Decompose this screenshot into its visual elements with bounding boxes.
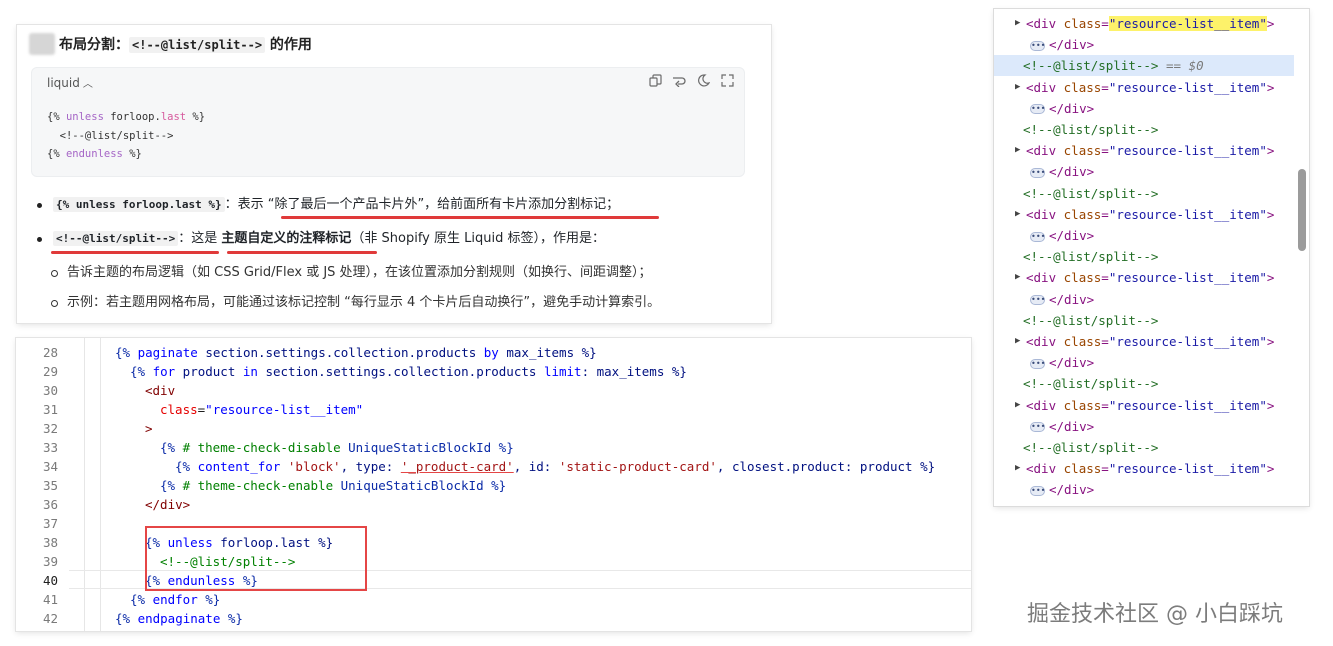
sub-list-item: 告诉主题的布局逻辑（如 CSS Grid/Flex 或 JS 处理），在该位置添… [37,263,757,283]
dom-node-div[interactable]: ▶ <div class="resource-list__item"> [994,13,1294,34]
theme-moon-icon[interactable] [696,74,710,88]
ellipsis-icon[interactable]: ••• [1030,485,1045,496]
expand-triangle-icon[interactable]: ▶ [1015,13,1020,34]
expand-triangle-icon[interactable]: ▶ [1015,267,1020,288]
devtools-elements-panel: ▶ <div class="resource-list__item"> ••• </d… [994,9,1309,506]
dom-node-div[interactable]: ▶ <div class="resource-list__item"> [994,267,1294,288]
dom-comment[interactable]: <!--@list/split--> [994,373,1294,394]
code-toolbar [648,74,734,88]
red-underline [51,251,219,254]
expand-triangle-icon[interactable]: ▶ [1015,331,1020,352]
red-underline [227,251,377,254]
dom-comment[interactable]: <!--@list/split--> [994,119,1294,140]
dom-node-div[interactable]: ▶ <div class="resource-list__item"> [994,77,1294,98]
code-block: liquid ︿ {% unless forloop.last %} <!--@l… [31,67,745,177]
expand-triangle-icon[interactable]: ▶ [1015,140,1020,161]
code-line[interactable]: 31 class="resource-list__item" [16,400,971,419]
explanation-list: {% unless forloop.last %} ：表示 “除了最后一个产品卡片… [37,195,757,323]
code-editor: 28 {% paginate section.settings.collectio… [16,338,971,631]
dom-comment[interactable]: <!--@list/split--> [994,437,1294,458]
ellipsis-icon[interactable]: ••• [1030,167,1045,178]
answer-heading: 布局分割： <!--@list/split--> 的作用 [59,34,312,54]
dom-node-close[interactable]: ••• </div> [994,352,1294,373]
dom-node-close[interactable]: ••• </div> [994,416,1294,437]
code-line[interactable]: 33 {% # theme-check-disable UniqueStaticB… [16,438,971,457]
code-line[interactable]: 30 <div [16,381,971,400]
list-item: <!--@list/split--> ：这是 主题自定义的注释标记（非 Shopi… [37,229,757,249]
heading-prefix: 布局分割： [59,37,129,53]
ellipsis-icon[interactable]: ••• [1030,358,1045,369]
list-item-text: ：表示 “除了最后一个产品卡片外”，给前面所有卡片添加分割标记； [224,197,620,212]
list-item: {% unless forloop.last %} ：表示 “除了最后一个产品卡片… [37,195,757,215]
red-underline [281,216,659,219]
heading-suffix: 的作用 [265,37,312,53]
ellipsis-icon[interactable]: ••• [1030,104,1045,115]
code-line[interactable]: 42 {% endpaginate %} [16,609,971,628]
ellipsis-icon[interactable]: ••• [1030,295,1045,306]
scrollbar[interactable] [1298,169,1306,251]
dom-node-div[interactable]: ▶ <div class="resource-list__item"> [994,204,1294,225]
code-line[interactable]: 28 {% paginate section.settings.collectio… [16,343,971,362]
dom-node-div[interactable]: ▶ <div class="resource-list__item"> [994,395,1294,416]
inline-code: {% unless forloop.last %} [53,197,225,212]
expand-icon[interactable] [720,74,734,88]
code-line[interactable]: 41 {% endfor %} [16,590,971,609]
ellipsis-icon[interactable]: ••• [1030,422,1045,433]
dom-node-close[interactable]: ••• </div> [994,34,1294,55]
expand-triangle-icon[interactable]: ▶ [1015,395,1020,416]
code-language-toggle[interactable]: liquid ︿ [47,75,93,90]
sub-list-item: 示例：若主题用网格布局，可能通过该标记控制 “每行显示 4 个卡片后自动换行”，… [37,293,757,313]
dom-node-close[interactable]: ••• </div> [994,479,1294,500]
ellipsis-icon[interactable]: ••• [1030,231,1045,242]
dom-comment[interactable]: <!--@list/split--> [994,246,1294,267]
code-language-label: liquid [47,76,80,90]
code-content: {% unless forloop.last %} <!--@list/spli… [47,111,206,160]
code-line[interactable]: 29 {% for product in section.settings.col… [16,362,971,381]
avatar [29,33,55,55]
ellipsis-icon[interactable]: ••• [1030,40,1045,51]
bold-text: 主题自定义的注释标记 [221,231,352,246]
inline-code: <!--@list/split--> [53,231,179,246]
code-line[interactable]: 32 > [16,419,971,438]
dom-node-close[interactable]: ••• </div> [994,98,1294,119]
watermark: 掘金技术社区 @ 小白踩坑 [1027,602,1283,627]
chevron-up-icon: ︿ [82,79,93,90]
code-line[interactable]: 35 {% # theme-check-enable UniqueStaticBl… [16,476,971,495]
code-line[interactable]: 34 {% content_for 'block', type: '_produc… [16,457,971,476]
dom-comment[interactable]: <!--@list/split--> [994,183,1294,204]
dom-comment[interactable]: <!--@list/split--> [994,310,1294,331]
heading-code: <!--@list/split--> [129,37,266,53]
code-line[interactable]: 36 </div> [16,495,971,514]
red-highlight-box [145,526,367,591]
wrap-icon[interactable] [672,74,686,88]
dom-node-close[interactable]: ••• </div> [994,161,1294,182]
expand-triangle-icon[interactable]: ▶ [1015,77,1020,98]
dom-node-close[interactable]: ••• </div> [994,225,1294,246]
dom-comment-selected[interactable]: <!--@list/split--> == $0 [994,55,1294,77]
dom-node-div[interactable]: ▶ <div class="resource-list__item"> [994,140,1294,161]
expand-triangle-icon[interactable]: ▶ [1015,204,1020,225]
dom-node-div[interactable]: ▶ <div class="resource-list__item"> [994,331,1294,352]
dom-node-div[interactable]: ▶ <div class="resource-list__item"> [994,458,1294,479]
expand-triangle-icon[interactable]: ▶ [1015,458,1020,479]
ai-answer-panel: 布局分割： <!--@list/split--> 的作用 liquid ︿ {% u… [17,25,771,323]
dom-node-close[interactable]: ••• </div> [994,289,1294,310]
copy-icon[interactable] [648,74,662,88]
